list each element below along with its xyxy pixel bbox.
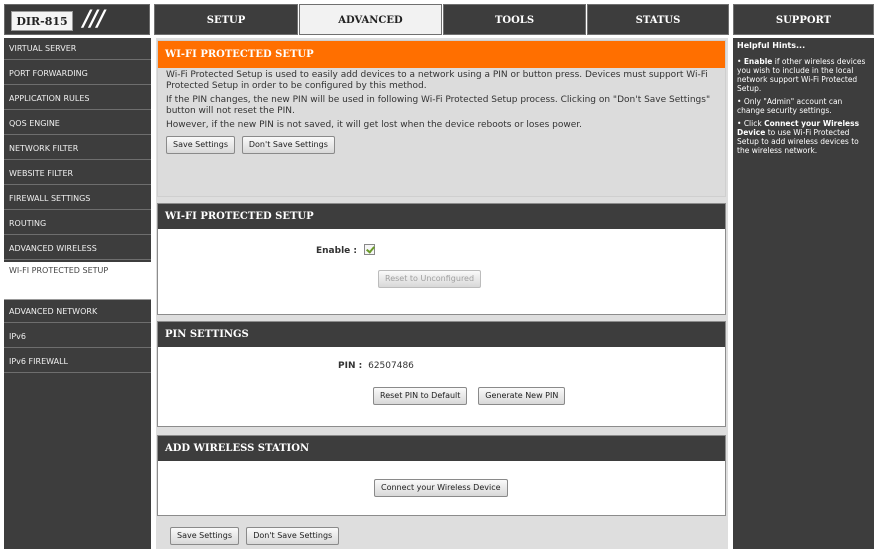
help-hint-text: Click — [743, 119, 765, 128]
help-hint: • Enable if other wireless devices you w… — [737, 57, 866, 93]
add-station-title: ADD WIRELESS STATION — [158, 436, 725, 461]
sidebar-item-application-rules[interactable]: APPLICATION RULES — [4, 88, 151, 110]
model-label: DIR-815 — [11, 11, 73, 31]
sidebar-item-wifi-protected-setup[interactable]: WI-FI PROTECTED SETUP — [4, 262, 151, 300]
help-hint-bold: Enable — [743, 57, 773, 66]
sidebar-item-port-forwarding[interactable]: PORT FORWARDING — [4, 63, 151, 85]
sidebar-item-advanced-network[interactable]: ADVANCED NETWORK — [4, 301, 151, 323]
generate-pin-button[interactable]: Generate New PIN — [478, 387, 566, 405]
connect-row: Connect your Wireless Device — [374, 479, 508, 497]
top-bar: DIR-815 /// SETUP ADVANCED TOOLS STATUS … — [0, 0, 874, 36]
sidebar: VIRTUAL SERVER PORT FORWARDING APPLICATI… — [4, 38, 151, 549]
pin-section-title: PIN SETTINGS — [158, 322, 725, 347]
pin-section: PIN SETTINGS PIN : 62507486 Reset PIN to… — [157, 321, 726, 427]
tab-tools[interactable]: TOOLS — [443, 4, 586, 35]
pin-value: 62507486 — [368, 361, 414, 371]
reset-row: Reset to Unconfigured — [378, 270, 482, 288]
tab-status[interactable]: STATUS — [587, 4, 729, 35]
help-panel: Helpful Hints... • Enable if other wirel… — [733, 38, 874, 549]
help-hint: • Click Connect your Wireless Device to … — [737, 119, 860, 155]
enable-checkbox[interactable] — [363, 244, 375, 255]
sidebar-item-firewall-settings[interactable]: FIREWALL SETTINGS — [4, 188, 151, 210]
intro-paragraph: If the PIN changes, the new PIN will be … — [166, 95, 711, 116]
wps-section-title: WI-FI PROTECTED SETUP — [158, 204, 725, 229]
intro-panel: WI-FI PROTECTED SETUP Wi-Fi Protected Se… — [157, 40, 726, 197]
sidebar-item-network-filter[interactable]: NETWORK FILTER — [4, 138, 151, 160]
intro-paragraph: Wi-Fi Protected Setup is used to easily … — [166, 70, 708, 91]
sidebar-item-virtual-server[interactable]: VIRTUAL SERVER — [4, 38, 151, 60]
enable-row: Enable : — [316, 244, 375, 256]
reset-pin-button[interactable]: Reset PIN to Default — [373, 387, 468, 405]
enable-label: Enable : — [316, 246, 357, 256]
reset-to-unconfigured-button[interactable]: Reset to Unconfigured — [378, 270, 482, 288]
intro-title: WI-FI PROTECTED SETUP — [158, 41, 725, 68]
sidebar-item-website-filter[interactable]: WEBSITE FILTER — [4, 163, 151, 185]
sidebar-item-ipv6[interactable]: IPv6 — [4, 326, 151, 348]
sidebar-item-ipv6-firewall[interactable]: IPv6 FIREWALL — [4, 351, 151, 373]
connect-wireless-device-button[interactable]: Connect your Wireless Device — [374, 479, 508, 497]
sidebar-item-qos-engine[interactable]: QOS ENGINE — [4, 113, 151, 135]
sidebar-item-advanced-wireless[interactable]: ADVANCED WIRELESS — [4, 238, 151, 260]
pin-row: PIN : 62507486 — [338, 361, 414, 371]
save-settings-button[interactable]: Save Settings — [170, 527, 239, 545]
wps-section: WI-FI PROTECTED SETUP Enable : Reset to … — [157, 203, 726, 315]
pin-buttons: Reset PIN to Default Generate New PIN — [373, 387, 566, 405]
bottom-buttons: Save Settings Don't Save Settings — [170, 527, 340, 545]
tab-advanced[interactable]: ADVANCED — [299, 4, 442, 35]
add-station-section: ADD WIRELESS STATION Connect your Wirele… — [157, 435, 726, 516]
save-settings-button[interactable]: Save Settings — [166, 136, 235, 154]
intro-body: Wi-Fi Protected Setup is used to easily … — [158, 68, 725, 196]
help-hint-text: Only "Admin" account can change security… — [737, 97, 843, 115]
dont-save-settings-button[interactable]: Don't Save Settings — [246, 527, 340, 545]
tab-support[interactable]: SUPPORT — [733, 4, 874, 35]
tab-setup[interactable]: SETUP — [154, 4, 298, 35]
brand-slashes-icon: /// — [83, 7, 105, 32]
help-hint: • Only "Admin" account can change securi… — [737, 97, 843, 115]
dont-save-settings-button[interactable]: Don't Save Settings — [241, 136, 335, 154]
logo-area: DIR-815 /// — [4, 4, 150, 35]
intro-paragraph: However, if the new PIN is not saved, it… — [166, 120, 583, 130]
pin-label: PIN : — [338, 361, 363, 371]
help-title: Helpful Hints... — [737, 41, 806, 50]
sidebar-item-routing[interactable]: ROUTING — [4, 213, 151, 235]
